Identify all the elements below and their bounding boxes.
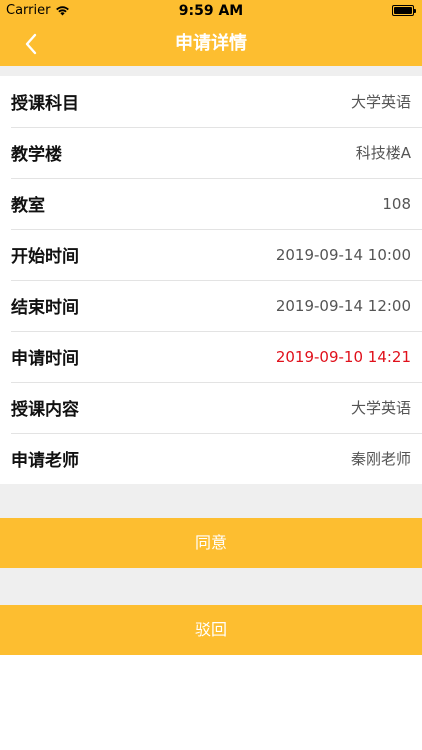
detail-row-subject: 授课科目 大学英语 <box>0 76 422 127</box>
detail-row-apply-time: 申请时间 2019-09-10 14:21 <box>0 331 422 382</box>
screen: Carrier 9:59 AM 申请详情 授课科目 大学英语 教学楼 科技楼A … <box>0 0 422 750</box>
agree-button[interactable]: 同意 <box>0 518 422 568</box>
content-area: 授课科目 大学英语 教学楼 科技楼A 教室 108 开始时间 2019-09-1… <box>0 66 422 750</box>
row-label: 申请老师 <box>11 451 79 471</box>
detail-list: 授课科目 大学英语 教学楼 科技楼A 教室 108 开始时间 2019-09-1… <box>0 76 422 484</box>
row-label: 教学楼 <box>11 145 62 165</box>
detail-row-content: 授课内容 大学英语 <box>0 382 422 433</box>
detail-row-teacher: 申请老师 秦刚老师 <box>0 433 422 484</box>
detail-row-start-time: 开始时间 2019-09-14 10:00 <box>0 229 422 280</box>
page-title: 申请详情 <box>175 33 247 54</box>
status-bar: Carrier 9:59 AM <box>0 0 422 22</box>
row-value-highlight: 2019-09-10 14:21 <box>275 347 411 366</box>
detail-row-end-time: 结束时间 2019-09-14 12:00 <box>0 280 422 331</box>
row-value: 2019-09-14 12:00 <box>275 296 411 315</box>
row-label: 开始时间 <box>11 247 79 267</box>
row-label: 结束时间 <box>11 298 79 318</box>
row-value: 108 <box>382 194 411 213</box>
battery-icon <box>392 5 416 16</box>
row-value: 大学英语 <box>350 399 411 417</box>
row-value: 科技楼A <box>355 144 411 162</box>
detail-row-classroom: 教室 108 <box>0 178 422 229</box>
row-label: 教室 <box>11 196 45 216</box>
row-value: 2019-09-14 10:00 <box>275 245 411 264</box>
navigation-bar: 申请详情 <box>0 22 422 66</box>
row-label: 申请时间 <box>11 349 79 369</box>
status-time: 9:59 AM <box>178 3 244 19</box>
bottom-area <box>0 655 422 750</box>
row-value: 秦刚老师 <box>350 450 411 468</box>
row-label: 授课内容 <box>11 400 79 420</box>
row-value: 大学英语 <box>350 93 411 111</box>
row-label: 授课科目 <box>11 94 79 114</box>
reject-button[interactable]: 驳回 <box>0 605 422 655</box>
detail-row-building: 教学楼 科技楼A <box>0 127 422 178</box>
